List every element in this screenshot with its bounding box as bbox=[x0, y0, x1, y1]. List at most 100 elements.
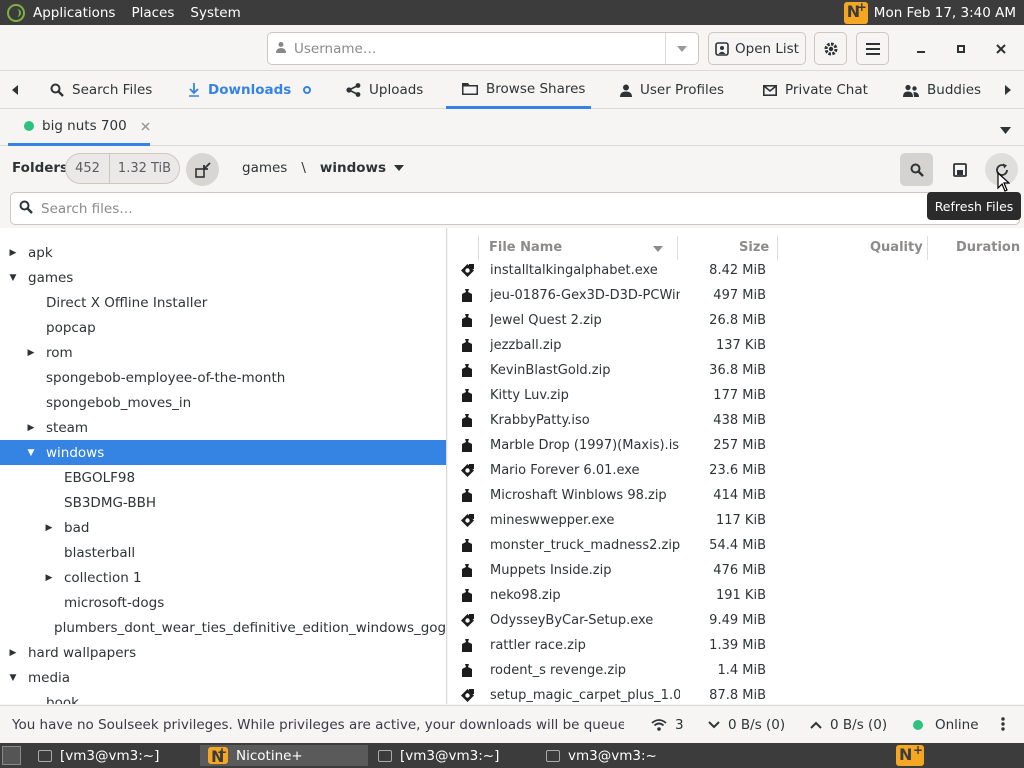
connections-indicator[interactable]: 3 bbox=[651, 717, 684, 733]
tabs-menu-button[interactable] bbox=[1000, 123, 1011, 138]
file-row[interactable]: jeu-01876-Gex3D-D3D-PCWin. 497 MiB bbox=[448, 283, 1024, 308]
expand-arrow-icon[interactable]: ▶ bbox=[44, 573, 54, 583]
tab-buddies[interactable]: Buddies bbox=[903, 71, 981, 109]
tree-row[interactable]: ▼ media bbox=[0, 665, 446, 690]
username-dropdown-button[interactable] bbox=[665, 33, 698, 64]
nicotine-tray-icon[interactable] bbox=[896, 743, 924, 766]
archive-icon bbox=[461, 389, 473, 402]
file-row[interactable]: rattler race.zip 1.39 MiB bbox=[448, 633, 1024, 658]
save-shares-button[interactable] bbox=[943, 153, 976, 186]
tabs-scroll-right-button[interactable] bbox=[1004, 71, 1011, 109]
username-field[interactable] bbox=[267, 32, 699, 65]
file-search-input[interactable] bbox=[41, 200, 1019, 217]
distro-logo-icon[interactable] bbox=[7, 3, 25, 22]
tree-row[interactable]: ▼ windows bbox=[0, 440, 446, 465]
file-search-field[interactable] bbox=[10, 192, 1020, 225]
file-row[interactable]: jezzball.zip 137 KiB bbox=[448, 333, 1024, 358]
tree-row[interactable]: ▶ hard wallpapers bbox=[0, 640, 446, 665]
collapse-all-button[interactable] bbox=[186, 153, 219, 186]
taskbar-nicotine[interactable]: Nicotine+ bbox=[200, 745, 368, 766]
file-row[interactable]: Marble Drop (1997)(Maxis).iso 257 MiB bbox=[448, 433, 1024, 458]
tree-row[interactable]: SB3DMG-BBH bbox=[0, 490, 446, 515]
tab-user-profiles[interactable]: User Profiles bbox=[620, 71, 724, 109]
expand-arrow-icon[interactable]: ▶ bbox=[26, 348, 36, 358]
taskbar-terminal-1[interactable]: [vm3@vm3:~] bbox=[30, 745, 198, 766]
close-button[interactable] bbox=[984, 32, 1017, 65]
tree-row[interactable]: Direct X Offline Installer bbox=[0, 290, 446, 315]
download-speed-indicator[interactable]: 0 B/s (0) bbox=[708, 717, 785, 733]
expand-arrow-icon[interactable]: ▶ bbox=[26, 423, 36, 433]
file-row[interactable]: KrabbyPatty.iso 438 MiB bbox=[448, 408, 1024, 433]
column-file-name[interactable]: File Name bbox=[489, 240, 562, 255]
file-list[interactable]: File Name Size Quality Duration installt… bbox=[448, 228, 1024, 704]
collapse-arrow-icon[interactable]: ▼ bbox=[26, 448, 36, 458]
tree-row[interactable]: popcap bbox=[0, 315, 446, 340]
breadcrumb-windows[interactable]: windows bbox=[320, 160, 386, 176]
tree-row[interactable]: spongebob_moves_in bbox=[0, 390, 446, 415]
tree-row[interactable]: book bbox=[0, 690, 446, 705]
tree-row[interactable]: plumbers_dont_wear_ties_definitive_editi… bbox=[0, 615, 446, 640]
tab-uploads[interactable]: Uploads bbox=[346, 71, 423, 109]
tree-row[interactable]: ▼ games bbox=[0, 265, 446, 290]
tree-row[interactable]: ▶ rom bbox=[0, 340, 446, 365]
places-menu[interactable]: Places bbox=[123, 5, 182, 21]
tree-row[interactable]: microsoft-dogs bbox=[0, 590, 446, 615]
tab-browse-shares[interactable]: Browse Shares bbox=[446, 71, 591, 109]
file-row[interactable]: rodent_s revenge.zip 1.4 MiB bbox=[448, 658, 1024, 683]
system-menu[interactable]: System bbox=[182, 5, 248, 21]
file-row[interactable]: Kitty Luv.zip 177 MiB bbox=[448, 383, 1024, 408]
file-row[interactable]: installtalkingalphabet.exe 8.42 MiB bbox=[448, 258, 1024, 283]
expand-arrow-icon[interactable]: ▶ bbox=[8, 648, 18, 658]
close-tab-icon[interactable] bbox=[141, 121, 150, 131]
search-files-toggle[interactable] bbox=[900, 153, 933, 186]
upload-speed-indicator[interactable]: 0 B/s (0) bbox=[810, 717, 887, 733]
expand-arrow-icon[interactable]: ▶ bbox=[8, 248, 18, 258]
tree-row[interactable]: blasterball bbox=[0, 540, 446, 565]
taskbar-terminal-2[interactable]: [vm3@vm3:~] bbox=[370, 745, 538, 766]
open-list-button[interactable]: Open List bbox=[708, 32, 806, 65]
tab-search-files[interactable]: Search Files bbox=[50, 71, 152, 109]
tree-row[interactable]: spongebob-employee-of-the-month bbox=[0, 365, 446, 390]
collapse-arrow-icon[interactable]: ▼ bbox=[8, 273, 18, 283]
online-status-button[interactable]: Online bbox=[913, 717, 979, 733]
minimize-button[interactable] bbox=[904, 32, 937, 65]
file-row[interactable]: OdysseyByCar-Setup.exe 9.49 MiB bbox=[448, 608, 1024, 633]
column-size[interactable]: Size bbox=[739, 240, 769, 255]
more-options-button[interactable] bbox=[1001, 717, 1005, 731]
show-desktop-button[interactable] bbox=[2, 746, 21, 765]
applications-menu[interactable]: Applications bbox=[25, 5, 123, 21]
tree-row[interactable]: ▶ collection 1 bbox=[0, 565, 446, 590]
tree-row[interactable]: ▶ steam bbox=[0, 415, 446, 440]
file-row[interactable]: Mario Forever 6.01.exe 23.6 MiB bbox=[448, 458, 1024, 483]
tab-private-chat[interactable]: Private Chat bbox=[763, 71, 868, 109]
expand-arrow-icon[interactable]: ▶ bbox=[44, 523, 54, 533]
nicotine-tray-icon[interactable] bbox=[843, 0, 868, 24]
breadcrumb-games[interactable]: games bbox=[242, 160, 287, 176]
collapse-arrow-icon[interactable]: ▼ bbox=[8, 673, 18, 683]
maximize-button[interactable] bbox=[944, 32, 977, 65]
tabs-scroll-left-button[interactable] bbox=[12, 71, 19, 109]
file-row[interactable]: mineswwepper.exe 117 KiB bbox=[448, 508, 1024, 533]
file-row[interactable]: monster_truck_madness2.zip 54.4 MiB bbox=[448, 533, 1024, 558]
tree-row[interactable]: ▶ apk bbox=[0, 240, 446, 265]
tree-row[interactable]: EBGOLF98 bbox=[0, 465, 446, 490]
column-quality[interactable]: Quality bbox=[870, 240, 923, 255]
main-menu-button[interactable] bbox=[856, 32, 889, 65]
taskbar-terminal-3[interactable]: vm3@vm3:~ bbox=[538, 745, 706, 766]
file-row[interactable]: Microshaft Winblows 98.zip 414 MiB bbox=[448, 483, 1024, 508]
folder-tree[interactable]: ▶ apk ▼ games Direct X Offline Installer popc… bbox=[0, 228, 447, 704]
file-row[interactable]: setup_magic_carpet_plus_1.0_(87.8 MiB bbox=[448, 683, 1024, 704]
chevron-down-icon[interactable] bbox=[394, 165, 405, 171]
file-row[interactable]: neko98.zip 191 KiB bbox=[448, 583, 1024, 608]
file-row[interactable]: Muppets Inside.zip 476 MiB bbox=[448, 558, 1024, 583]
sort-descending-icon[interactable] bbox=[653, 246, 663, 252]
column-duration[interactable]: Duration bbox=[956, 240, 1020, 255]
file-row[interactable]: KevinBlastGold.zip 36.8 MiB bbox=[448, 358, 1024, 383]
tab-downloads[interactable]: Downloads bbox=[188, 71, 312, 109]
file-row[interactable]: Jewel Quest 2.zip 26.8 MiB bbox=[448, 308, 1024, 333]
user-tab-big-nuts-700[interactable]: big nuts 700 bbox=[8, 109, 150, 146]
tree-row[interactable]: ▶ bad bbox=[0, 515, 446, 540]
preferences-button[interactable] bbox=[814, 32, 847, 65]
clock[interactable]: Mon Feb 17, 3:40 AM bbox=[874, 5, 1016, 21]
username-input[interactable] bbox=[294, 33, 665, 64]
